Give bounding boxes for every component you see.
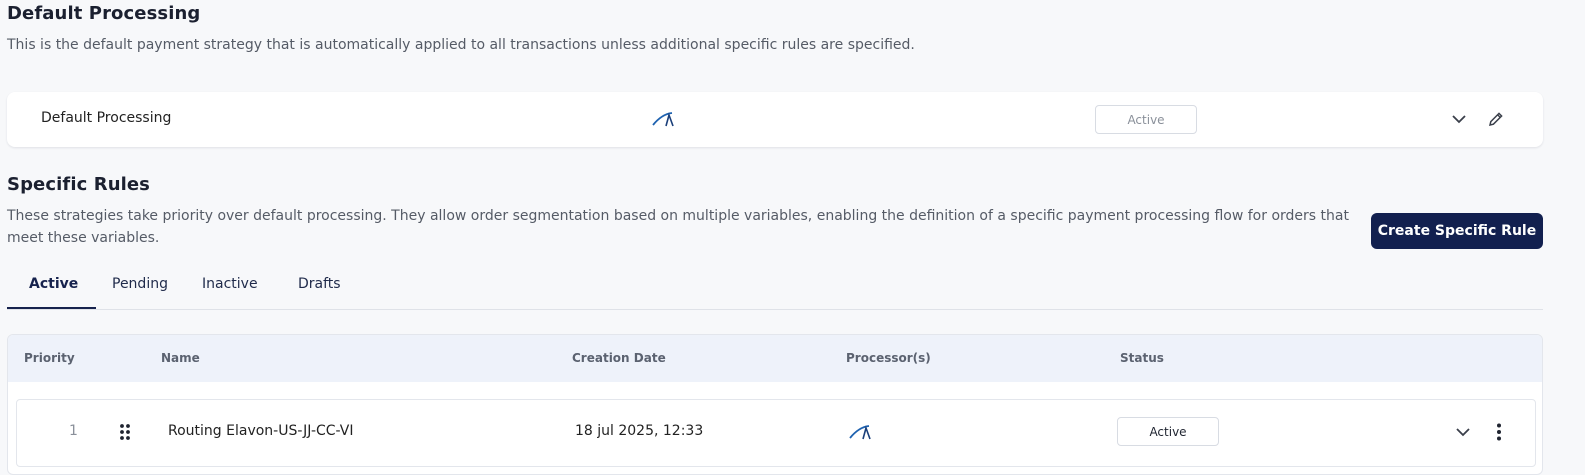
row-status-badge: Active [1117,417,1219,446]
header-creation-date: Creation Date [572,351,666,365]
rules-table: Priority Name Creation Date Processor(s)… [7,334,1543,475]
specific-rules-title: Specific Rules [7,174,151,195]
drag-handle-icon[interactable] [114,421,136,443]
default-status-badge: Active [1095,105,1197,134]
rules-tabs: Active Pending Inactive Drafts [7,268,1543,310]
row-name[interactable]: Routing Elavon-US-JJ-CC-VI [168,423,353,439]
tab-inactive[interactable]: Inactive [202,276,258,292]
chevron-down-icon[interactable] [1452,421,1474,443]
tab-active[interactable]: Active [29,276,78,292]
table-header: Priority Name Creation Date Processor(s)… [8,335,1542,382]
row-creation-date: 18 jul 2025, 12:33 [575,423,704,439]
default-processing-card[interactable]: Default Processing Active [7,92,1543,147]
specific-rules-description-line2: meet these variables. [7,230,160,246]
elavon-logo-icon [652,111,678,129]
active-tab-indicator [7,307,96,309]
default-processing-name: Default Processing [41,110,172,126]
tab-pending[interactable]: Pending [112,276,168,292]
default-processing-title: Default Processing [7,3,201,24]
default-processing-description: This is the default payment strategy tha… [7,37,915,53]
table-row[interactable]: 1 Routing Elavon-US-JJ-CC-VI 18 jul 2025… [16,399,1536,467]
elavon-logo-icon [849,424,875,442]
header-name: Name [161,351,200,365]
header-priority: Priority [24,351,75,365]
header-status: Status [1120,351,1164,365]
more-vertical-icon[interactable] [1488,421,1510,443]
create-specific-rule-button[interactable]: Create Specific Rule [1371,213,1543,249]
chevron-down-icon[interactable] [1448,108,1470,130]
pencil-icon[interactable] [1485,108,1507,130]
specific-rules-description-line1: These strategies take priority over defa… [7,208,1349,224]
tab-drafts[interactable]: Drafts [298,276,341,292]
header-processors: Processor(s) [846,351,931,365]
row-priority: 1 [69,423,78,439]
